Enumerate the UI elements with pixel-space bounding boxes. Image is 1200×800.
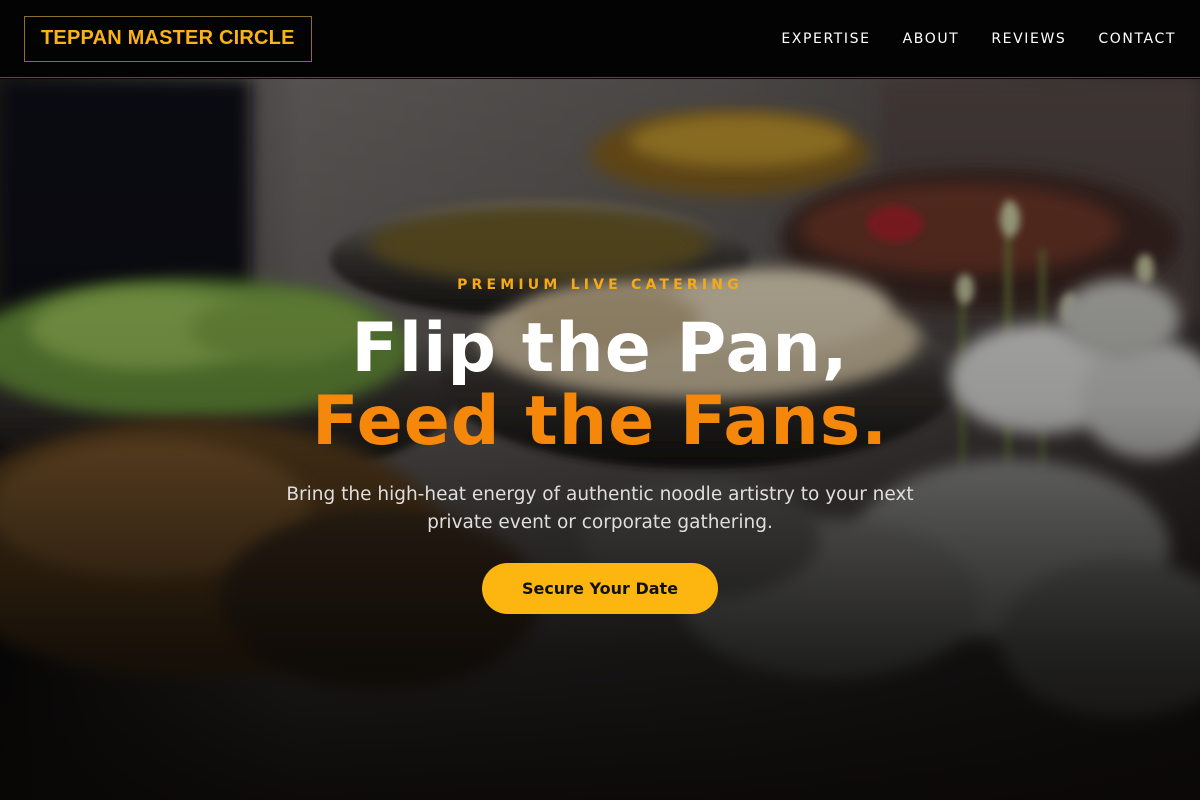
nav-link-contact[interactable]: CONTACT [1098,31,1176,47]
nav-link-reviews[interactable]: REVIEWS [991,31,1066,47]
nav-link-about[interactable]: ABOUT [903,31,960,47]
site-header: TEPPAN MASTER CIRCLE EXPERTISE ABOUT REV… [0,0,1200,78]
brand-logo[interactable]: TEPPAN MASTER CIRCLE [24,15,312,62]
brand-name: TEPPAN MASTER CIRCLE [41,27,295,49]
main-nav: EXPERTISE ABOUT REVIEWS CONTACT [781,31,1176,47]
hero-subtext: Bring the high-heat energy of authentic … [286,484,914,533]
nav-link-expertise[interactable]: EXPERTISE [781,31,870,47]
hero-headline-line-2: Feed the Fans. [311,382,889,461]
hero-headline-line-1: Flip the Pan, [351,309,849,388]
hero-eyebrow: PREMIUM LIVE CATERING [457,277,743,293]
secure-date-button[interactable]: Secure Your Date [482,563,718,614]
